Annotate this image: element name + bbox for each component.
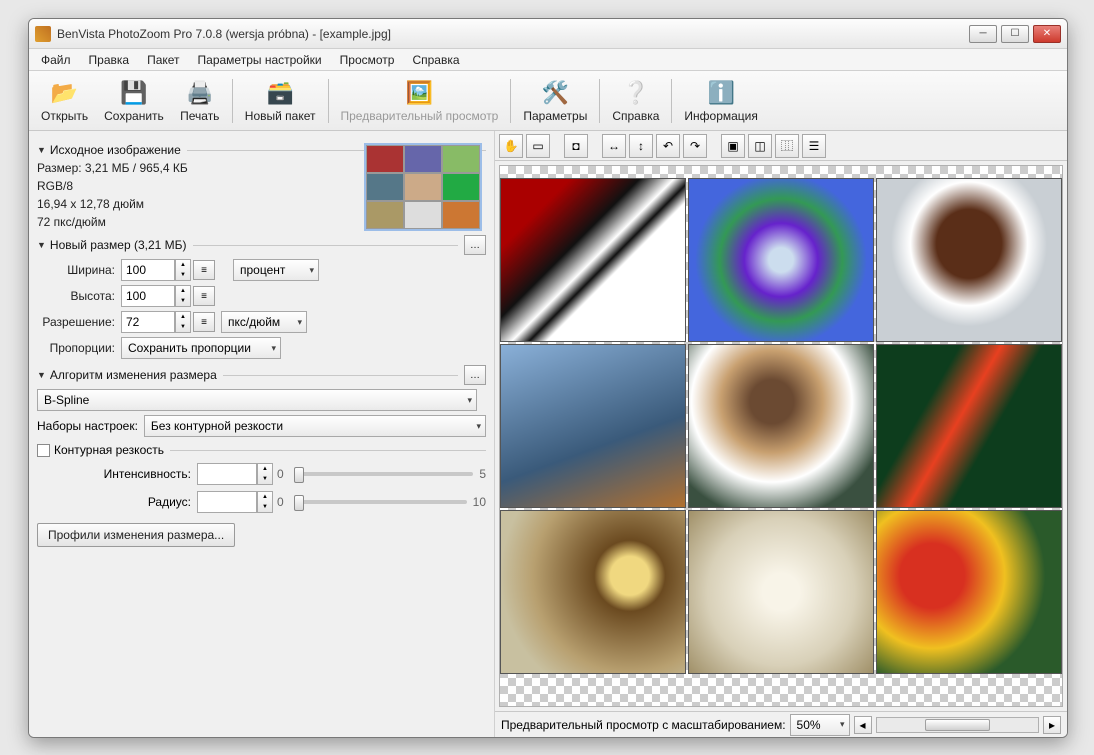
width-spinner[interactable]: ▲▼: [175, 259, 191, 281]
help-button[interactable]: ❔Справка: [604, 74, 667, 128]
layout-split-h-button[interactable]: ◫: [748, 134, 772, 158]
layout-single-button[interactable]: ▣: [721, 134, 745, 158]
menu-edit[interactable]: Правка: [81, 51, 138, 69]
new-size-header[interactable]: ▼Новый размер (3,21 МБ)…: [37, 235, 486, 255]
radius-slider[interactable]: [294, 500, 467, 504]
app-icon: [35, 26, 51, 42]
size-unit-combo[interactable]: процент: [233, 259, 319, 281]
resolution-unit-combo[interactable]: пкс/дюйм: [221, 311, 307, 333]
resolution-link-button[interactable]: ≡: [193, 312, 215, 332]
tools-icon: 🛠️: [541, 79, 569, 107]
left-panel: ▼Исходное изображение Размер: 3,21 МБ / …: [29, 131, 495, 737]
menu-help[interactable]: Справка: [404, 51, 467, 69]
source-thumbnail[interactable]: [364, 143, 482, 231]
preview-button[interactable]: 🖼️Предварительный просмотр: [333, 74, 507, 128]
batch-icon: 🗃️: [266, 79, 294, 107]
height-link-button[interactable]: ≡: [193, 286, 215, 306]
horizontal-scrollbar[interactable]: [876, 717, 1039, 733]
app-window: BenVista PhotoZoom Pro 7.0.8 (wersja pró…: [28, 18, 1068, 738]
flip-vertical-button[interactable]: ↕: [629, 134, 653, 158]
menubar: Файл Правка Пакет Параметры настройки Пр…: [29, 49, 1067, 71]
resolution-label: Разрешение:: [37, 315, 121, 329]
selection-tool-button[interactable]: ▭: [526, 134, 550, 158]
sharpen-label: Контурная резкость: [54, 443, 164, 457]
crop-tool-button[interactable]: ◘: [564, 134, 588, 158]
flip-horizontal-button[interactable]: ↔: [602, 134, 626, 158]
maximize-button[interactable]: ☐: [1001, 25, 1029, 43]
sharpen-checkbox[interactable]: [37, 444, 50, 457]
close-button[interactable]: ✕: [1033, 25, 1061, 43]
layout-split-v-button[interactable]: ⿲: [775, 134, 799, 158]
intensity-spinner[interactable]: ▲▼: [257, 463, 273, 485]
aspect-combo[interactable]: Сохранить пропорции: [121, 337, 281, 359]
preview-image: [500, 178, 1062, 674]
preview-footer: Предварительный просмотр с масштабирован…: [495, 711, 1067, 737]
height-label: Высота:: [37, 289, 121, 303]
new-batch-button[interactable]: 🗃️Новый пакет: [237, 74, 324, 128]
resolution-spinner[interactable]: ▲▼: [175, 311, 191, 333]
algorithm-header[interactable]: ▼Алгоритм изменения размера…: [37, 365, 486, 385]
hscroll-right-button[interactable]: ▸: [1043, 716, 1061, 734]
height-input[interactable]: [121, 285, 175, 307]
width-label: Ширина:: [37, 263, 121, 277]
height-spinner[interactable]: ▲▼: [175, 285, 191, 307]
preview-toolbar: ✋ ▭ ◘ ↔ ↕ ↶ ↷ ▣ ◫ ⿲ ☰: [495, 131, 1067, 161]
width-input[interactable]: [121, 259, 175, 281]
zoom-label: Предварительный просмотр с масштабирован…: [501, 718, 786, 732]
print-button[interactable]: 🖨️Печать: [172, 74, 228, 128]
hand-tool-button[interactable]: ✋: [499, 134, 523, 158]
intensity-slider[interactable]: [294, 472, 474, 476]
method-combo[interactable]: B-Spline: [37, 389, 477, 411]
folder-open-icon: 📂: [51, 79, 79, 107]
aspect-label: Пропорции:: [37, 341, 121, 355]
preview-icon: 🖼️: [405, 79, 433, 107]
menu-batch[interactable]: Пакет: [139, 51, 187, 69]
right-panel: ✋ ▭ ◘ ↔ ↕ ↶ ↷ ▣ ◫ ⿲ ☰: [495, 131, 1067, 737]
menu-settings[interactable]: Параметры настройки: [190, 51, 330, 69]
zoom-combo[interactable]: 50%: [790, 714, 850, 736]
intensity-input[interactable]: [197, 463, 257, 485]
algo-more-button[interactable]: …: [464, 365, 486, 385]
info-button[interactable]: ℹ️Информация: [676, 74, 765, 128]
rotate-cw-button[interactable]: ↷: [683, 134, 707, 158]
menu-file[interactable]: Файл: [33, 51, 79, 69]
radius-spinner[interactable]: ▲▼: [257, 491, 273, 513]
params-button[interactable]: 🛠️Параметры: [515, 74, 595, 128]
rotate-ccw-button[interactable]: ↶: [656, 134, 680, 158]
minimize-button[interactable]: ─: [969, 25, 997, 43]
preview-area[interactable]: [499, 165, 1063, 707]
help-icon: ❔: [622, 79, 650, 107]
resize-profiles-button[interactable]: Профили изменения размера...: [37, 523, 235, 547]
save-button[interactable]: 💾Сохранить: [96, 74, 172, 128]
hscroll-left-button[interactable]: ◂: [854, 716, 872, 734]
presets-combo[interactable]: Без контурной резкости: [144, 415, 486, 437]
open-button[interactable]: 📂Открыть: [33, 74, 96, 128]
radius-input[interactable]: [197, 491, 257, 513]
radius-label: Радиус:: [37, 495, 197, 509]
width-link-button[interactable]: ≡: [193, 260, 215, 280]
printer-icon: 🖨️: [186, 79, 214, 107]
window-title: BenVista PhotoZoom Pro 7.0.8 (wersja pró…: [57, 27, 969, 41]
presets-label: Наборы настроек:: [37, 419, 144, 433]
save-icon: 💾: [120, 79, 148, 107]
menu-view[interactable]: Просмотр: [332, 51, 403, 69]
titlebar: BenVista PhotoZoom Pro 7.0.8 (wersja pró…: [29, 19, 1067, 49]
newsize-more-button[interactable]: …: [464, 235, 486, 255]
main-toolbar: 📂Открыть 💾Сохранить 🖨️Печать 🗃️Новый пак…: [29, 71, 1067, 131]
info-icon: ℹ️: [707, 79, 735, 107]
layout-stack-button[interactable]: ☰: [802, 134, 826, 158]
resolution-input[interactable]: [121, 311, 175, 333]
intensity-label: Интенсивность:: [37, 467, 197, 481]
